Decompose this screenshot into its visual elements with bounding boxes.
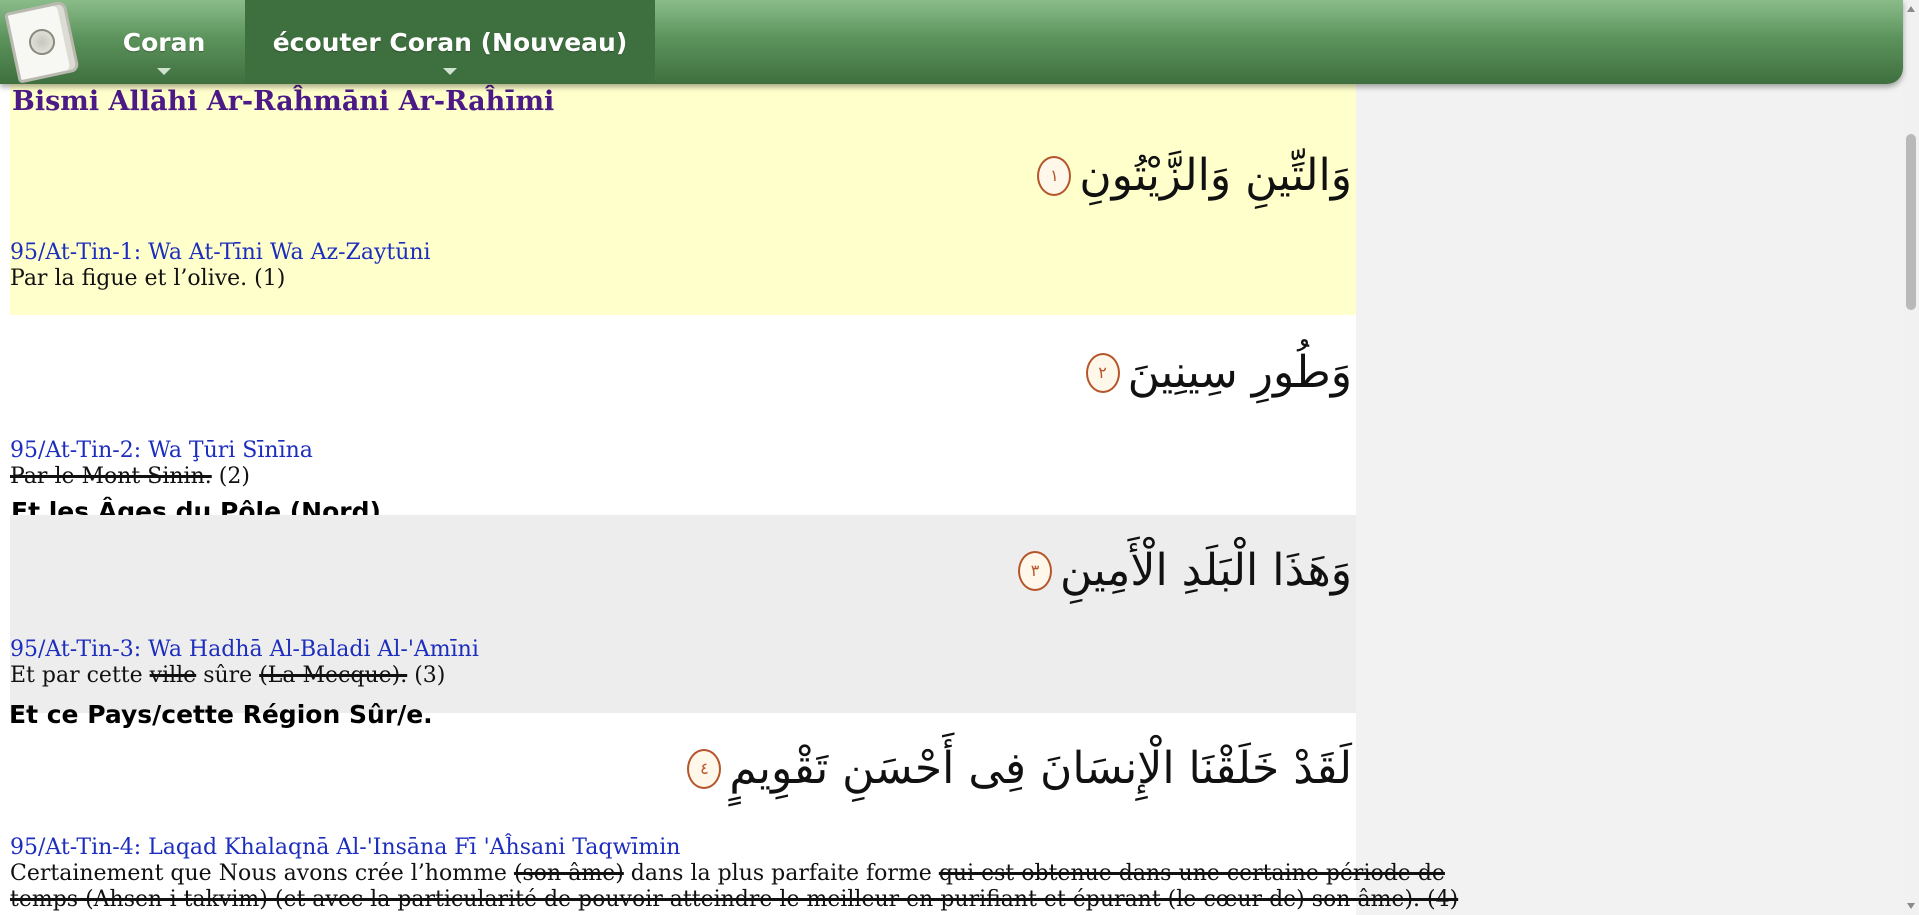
top-navigation-bar: Coran écouter Coran (Nouveau)	[0, 0, 1903, 84]
verse-block-4: لَقَدْ خَلَقْنَا الْإِنسَانَ فِى أَحْسَن…	[10, 713, 1458, 915]
scrollbar-thumb[interactable]	[1906, 134, 1916, 310]
verse-number-ornament-icon: ٤	[687, 748, 722, 789]
struck-text: (son âme)	[513, 861, 624, 886]
arabic-verse-text: وَطُورِ سِينِينَ ٢	[1085, 347, 1352, 398]
quran-book-logo-icon[interactable]	[0, 0, 84, 84]
chevron-down-icon	[443, 68, 457, 75]
verse-block-3: وَهَذَا الْبَلَدِ الْأَمِينِ ٣ 95/At-Tin…	[10, 515, 1356, 713]
nav-item-label: écouter Coran (Nouveau)	[272, 27, 628, 57]
right-sidebar	[1356, 0, 1903, 915]
arabic-verse-text: وَالتِّينِ وَالزَّيْتُونِ ١	[1037, 150, 1352, 201]
verse-transliteration[interactable]: 95/At-Tin-1: Wa At-Tīni Wa Az-Zaytūni	[10, 240, 431, 265]
nav-item-coran[interactable]: Coran	[84, 0, 244, 84]
verse-translation: Certainement que Nous avons crée l’homme…	[10, 861, 1445, 886]
bismillah-heading: Bismi Allāhi Ar-Raĥmāni Ar-Raĥīmi	[12, 86, 555, 117]
translation-part: Certainement que Nous avons crée l’homme	[10, 861, 514, 886]
book-icon	[4, 0, 80, 84]
struck-text: Par le Mont Sinin.	[10, 464, 212, 489]
translation-part: sûre	[196, 663, 260, 688]
scroll-up-arrow-icon[interactable]	[1907, 6, 1915, 12]
verse-translation: Par le Mont Sinin. (2)	[10, 464, 250, 489]
verse-transliteration[interactable]: 95/At-Tin-3: Wa Hadhā Al-Baladi Al-'Amīn…	[10, 637, 479, 662]
translation-part: dans la plus parfaite forme	[623, 861, 939, 886]
translation-part: Et par cette	[10, 663, 150, 688]
arabic-text: وَهَذَا الْبَلَدِ الْأَمِينِ	[1060, 545, 1352, 596]
struck-text: temps (Ahsen-i takvim) (et avec la parti…	[10, 887, 1459, 912]
chevron-down-icon	[157, 68, 171, 75]
verse-transliteration[interactable]: 95/At-Tin-2: Wa Ţūri Sīnīna	[10, 438, 313, 463]
verse-transliteration[interactable]: 95/At-Tin-4: Laqad Khalaqnā Al-'Insāna F…	[10, 835, 680, 860]
verse-number-ornament-icon: ١	[1037, 155, 1072, 196]
struck-text: qui est obtenue dans une certaine périod…	[938, 861, 1445, 886]
ornament-icon	[26, 26, 58, 58]
verse-translation: Par la figue et l’olive. (1)	[10, 266, 286, 291]
translation-part: (3)	[407, 663, 446, 688]
nav-item-label: Coran	[122, 27, 206, 57]
struck-text: (La Mecque).	[259, 663, 408, 688]
arabic-verse-text: لَقَدْ خَلَقْنَا الْإِنسَانَ فِى أَحْسَن…	[687, 743, 1352, 794]
verse-number-ornament-icon: ٣	[1018, 550, 1053, 591]
vertical-scrollbar[interactable]	[1903, 0, 1919, 915]
verse-number-ornament-icon: ٢	[1085, 352, 1120, 393]
verse-block-2: وَطُورِ سِينِينَ ٢ 95/At-Tin-2: Wa Ţūri …	[10, 315, 1356, 526]
verse-translation: Et par cette ville sûre (La Mecque). (3)	[10, 663, 445, 688]
arabic-text: لَقَدْ خَلَقْنَا الْإِنسَانَ فِى أَحْسَن…	[729, 743, 1352, 794]
arabic-verse-text: وَهَذَا الْبَلَدِ الْأَمِينِ ٣	[1018, 545, 1352, 596]
arabic-text: وَطُورِ سِينِينَ	[1127, 347, 1352, 398]
nav-item-ecouter-coran[interactable]: écouter Coran (Nouveau)	[245, 0, 655, 84]
scroll-down-arrow-icon[interactable]	[1907, 903, 1915, 909]
arabic-text: وَالتِّينِ وَالزَّيْتُونِ	[1079, 150, 1352, 201]
struck-text: ville	[149, 663, 197, 688]
translation-suffix: (2)	[211, 464, 250, 489]
